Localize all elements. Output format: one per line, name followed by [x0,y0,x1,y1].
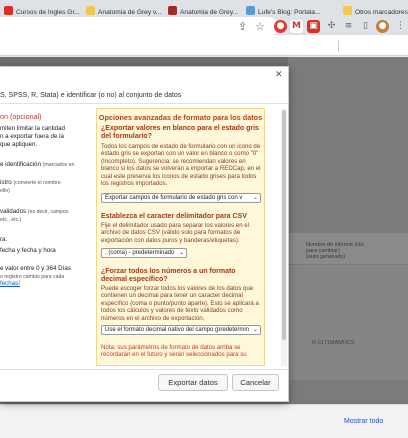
csv-delimiter-title: Establezca el caracter delimitador para … [101,213,247,220]
blank-values-text: Todos los campos de estado de formulario… [101,143,261,188]
flag-icon [4,6,13,15]
star-icon[interactable]: ☆ [255,21,265,33]
folder-icon [343,6,352,15]
advanced-format-title: Opciones avanzadas de formato para los d… [98,113,263,122]
tv-icon [168,6,177,15]
folder-icon [86,6,95,15]
validated-fields-note: etc., etc.) [0,217,22,223]
bookmark-label: Anatomia de Grey... [180,9,239,16]
date-option[interactable]: fecha y fecha y hora [0,247,56,255]
chevron-down-icon: ⌄ [252,194,258,201]
record-id-option[interactable]: istro (convierte el nombre [0,179,61,187]
bookmark-label: Lufe's Blog: Portala... [258,9,321,16]
format-note: Nota: sus parámetros de formato de datos… [101,344,247,359]
csv-delimiter-text: Fije el delimitador usado para separar l… [101,222,250,244]
bookmark-item[interactable]: Lufe's Blog: Portala... [246,6,320,16]
chevron-down-icon: ⌄ [178,249,184,256]
section-heading: on (opcional) [0,112,42,121]
decimal-format-select[interactable]: Use el formato decimal nativo del campo … [101,325,261,335]
table-header-text: Nombre de informe (clic para cambiar) (a… [306,242,365,260]
footer-divider [0,369,289,370]
bookmark-label: Cursos de Ingles Gr... [16,9,80,16]
intro-line: n a exportar fuera de la [0,133,64,140]
identification-option[interactable]: e identificación (marcados en [0,161,74,169]
extension-icon[interactable]: ● [274,20,287,33]
profile-avatar[interactable]: ● [376,20,389,33]
media-icon[interactable]: ≡ [342,20,355,33]
bookmarks-bar [0,35,408,56]
bookmark-item[interactable]: Anatomia de Grey... [168,6,238,16]
show-all-link[interactable]: Mostrar todo [344,418,383,425]
blank-values-title: ¿Exportar valores en blanco para el esta… [101,125,259,140]
divider [0,103,289,104]
intro-line: miten limitar la cantidad [0,125,65,132]
bookmark-item[interactable]: Cursos de Ingles Gr... [4,6,80,16]
validated-fields-option[interactable]: validados (es decir, campos [0,208,69,216]
decimal-format-title: ¿Forzar todos los números a un formato d… [101,268,236,283]
chevron-down-icon: ⌄ [252,326,258,333]
table-cell: R-9171MAMHCS [312,340,355,346]
date-label: ra: [0,236,8,243]
sidebar-icon[interactable]: ▯ [359,20,372,33]
intro-line: que apliquen. [0,141,38,148]
dialog-intro-text: S, SPSS, R, Stata) e identificar (o no) … [0,92,182,99]
bookmarks-divider [338,40,339,52]
close-icon[interactable]: ✕ [275,71,283,80]
date-shift-option[interactable]: e valor entre 0 y 364 Días [0,265,71,273]
bookmark-item[interactable]: Otros marcadores [343,6,408,16]
gmail-icon[interactable]: M [290,20,303,33]
doc-icon [246,6,255,15]
dates-link[interactable]: fechas! [0,280,20,288]
scrollbar-thumb[interactable] [282,110,286,340]
bookmark-item[interactable]: Anatomia de Grey v... [86,6,161,16]
bookmark-label: Anatomia de Grey v... [98,9,162,16]
blank-values-select[interactable]: Exportar campos de formulario de estado … [101,193,261,203]
record-id-note: ello) [0,188,10,194]
bookmark-label: Otros marcadores [355,9,408,16]
share-icon[interactable]: ⇪ [238,21,247,33]
red-extension-icon[interactable]: ▣ [307,20,320,33]
menu-icon[interactable]: ⋮ [394,20,407,33]
puzzle-icon[interactable]: ✣ [325,20,338,33]
cancel-button[interactable]: Cancelar [232,374,279,391]
csv-delimiter-select[interactable]: , (coma) - predeterminado ⌄ [101,248,187,258]
decimal-format-text: Puede escoger forzar todos los valores d… [101,285,259,322]
export-data-button[interactable]: Exportar datos [158,374,228,391]
address-bar[interactable] [0,17,278,37]
